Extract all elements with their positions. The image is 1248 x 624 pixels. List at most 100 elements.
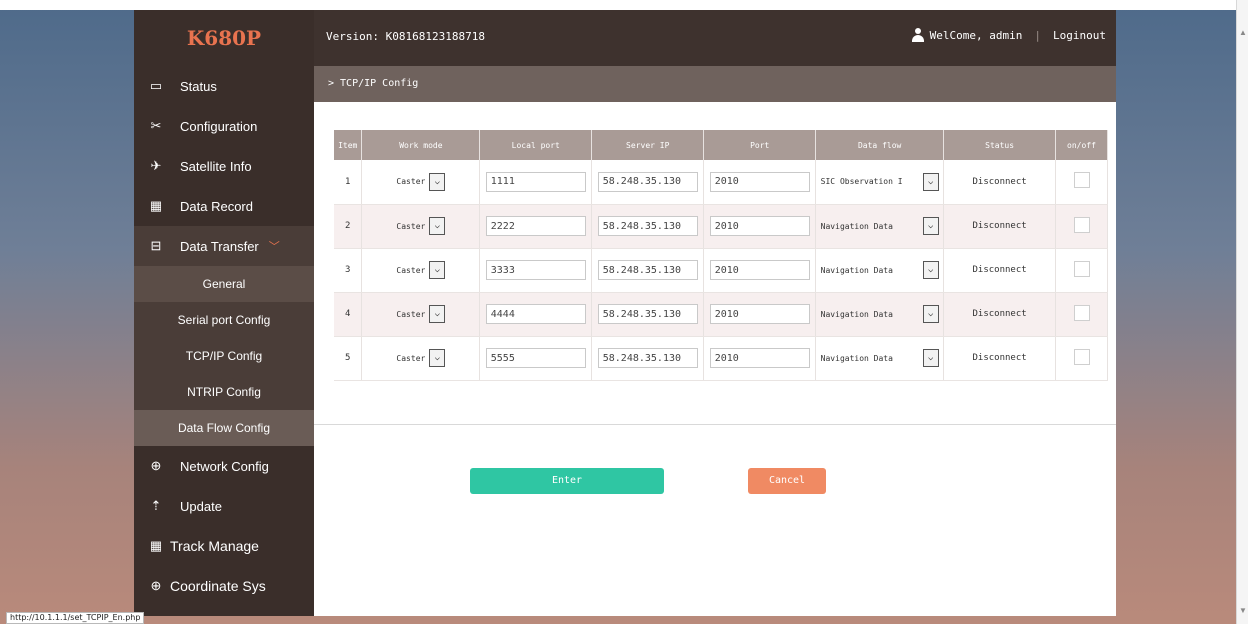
sidebar: ▭ Status ✂ Configuration ✈ Satellite Inf…	[134, 66, 314, 616]
server-ip-input[interactable]	[597, 348, 698, 368]
data-flow-select[interactable]: Navigation Data ⌵	[821, 260, 939, 280]
table-row: 4 Caster⌵ Navigation Data⌵ Disconnect	[334, 292, 1108, 337]
server-ip-input[interactable]	[597, 171, 698, 192]
server-ip-input[interactable]	[597, 216, 698, 236]
sidebar-item-label: Configuration	[180, 118, 258, 134]
scroll-up-icon[interactable]: ▲	[1239, 28, 1247, 37]
sidebar-item-coordinate-sys[interactable]: ⊕ Coordinate Sys	[134, 566, 314, 606]
scroll-down-icon[interactable]: ▼	[1239, 606, 1247, 615]
sidebar-item-track-manage[interactable]: ▦ Track Manage	[134, 526, 314, 566]
work-mode-select[interactable]: Caster ⌵	[396, 348, 446, 368]
status-text: Disconnect	[943, 160, 1056, 205]
chevron-down-icon[interactable]: ⌵	[922, 349, 939, 367]
data-flow-select[interactable]: Navigation Data ⌵	[821, 216, 939, 236]
work-mode-select[interactable]: Caster ⌵	[396, 260, 446, 280]
local-port-input[interactable]	[485, 260, 586, 280]
data-flow-select[interactable]: Navigation Data ⌵	[821, 348, 939, 368]
calendar-icon: ▦	[149, 198, 163, 213]
tools-icon: ✂	[150, 118, 162, 133]
sidebar-item-network-config[interactable]: ⊕ Network Config	[134, 446, 314, 486]
logo: K680P	[134, 10, 314, 66]
submenu-item-tcpip-config[interactable]: TCP/IP Config	[134, 338, 314, 374]
enter-button[interactable]: Enter	[470, 468, 664, 494]
data-flow-select[interactable]: SIC Observation I ⌵	[821, 172, 939, 192]
port-input[interactable]	[709, 171, 810, 192]
content-divider	[314, 424, 1116, 425]
submenu-item-serial-port-config[interactable]: Serial port Config	[134, 302, 314, 338]
submenu-item-ntrip-config[interactable]: NTRIP Config	[134, 374, 314, 410]
column-header: Data flow	[815, 130, 945, 160]
sidebar-item-label: Data Record	[180, 198, 253, 214]
local-port-input[interactable]	[485, 348, 586, 368]
item-number: 2	[334, 204, 363, 249]
local-port-input[interactable]	[485, 304, 586, 324]
sidebar-item-data-transfer[interactable]: ⊟ Data Transfer ﹀	[134, 226, 314, 266]
browser-top-edge	[0, 0, 1248, 10]
chevron-down-icon[interactable]: ⌵	[922, 217, 939, 235]
column-header: Port	[703, 130, 817, 160]
version-label: Version: K08168123188718	[326, 30, 485, 43]
work-mode-select[interactable]: Caster ⌵	[396, 172, 446, 192]
chevron-down-icon[interactable]: ⌵	[429, 217, 446, 235]
breadcrumb: > TCP/IP Config	[314, 66, 1116, 102]
sidebar-item-data-record[interactable]: ▦ Data Record	[134, 186, 314, 226]
on-off-checkbox[interactable]	[1073, 260, 1090, 277]
port-input[interactable]	[709, 260, 810, 280]
sidebar-item-status[interactable]: ▭ Status	[134, 66, 314, 106]
sidebar-item-label: Satellite Info	[180, 158, 252, 174]
local-port-input[interactable]	[485, 171, 586, 192]
chevron-down-icon[interactable]: ⌵	[429, 172, 446, 191]
user-area: WelCome, admin | Loginout	[911, 28, 1106, 42]
chevron-down-icon[interactable]: ⌵	[922, 172, 939, 191]
calendar-icon: ▦	[149, 538, 163, 553]
router-admin-app: K680P Version: K08168123188718 WelCome, …	[134, 10, 1116, 616]
chevron-down-icon[interactable]: ⌵	[922, 261, 939, 279]
status-text: Disconnect	[943, 248, 1056, 293]
table-row: 5 Caster⌵ Navigation Data⌵ Disconnect	[334, 336, 1108, 381]
user-icon	[911, 28, 924, 42]
server-ip-input[interactable]	[597, 304, 698, 324]
sidebar-item-configuration[interactable]: ✂ Configuration	[134, 106, 314, 146]
sidebar-item-label: Update	[180, 498, 222, 514]
item-number: 4	[334, 292, 363, 337]
logout-link[interactable]: Loginout	[1053, 29, 1106, 42]
table-row: 1 Caster⌵ SIC Observation I⌵ Disconnect	[334, 160, 1108, 205]
column-header: Local port	[479, 130, 593, 160]
submenu-item-data-flow-config[interactable]: Data Flow Config	[134, 410, 314, 446]
work-mode-select[interactable]: Caster ⌵	[396, 304, 446, 324]
local-port-input[interactable]	[485, 216, 586, 236]
globe-icon: ⊕	[150, 578, 162, 593]
status-text: Disconnect	[943, 292, 1056, 337]
on-off-checkbox[interactable]	[1073, 216, 1090, 233]
sidebar-item-satellite-info[interactable]: ✈ Satellite Info	[134, 146, 314, 186]
submenu-item-general[interactable]: General	[134, 266, 314, 302]
item-number: 1	[334, 160, 363, 205]
column-header: Work mode	[361, 130, 481, 160]
globe-icon: ⊕	[150, 458, 162, 473]
sidebar-item-label: Network Config	[180, 458, 269, 474]
port-input[interactable]	[709, 348, 810, 368]
cancel-button[interactable]: Cancel	[748, 468, 826, 494]
table-row: 3 Caster⌵ Navigation Data⌵ Disconnect	[334, 248, 1108, 293]
status-text: Disconnect	[943, 336, 1056, 381]
satellite-icon: ✈	[150, 158, 162, 173]
table-header-row: Item Work mode Local port Server IP Port…	[334, 130, 1108, 160]
work-mode-select[interactable]: Caster ⌵	[396, 216, 446, 236]
column-header: Item	[334, 130, 363, 160]
port-input[interactable]	[709, 304, 810, 324]
on-off-checkbox[interactable]	[1073, 348, 1090, 365]
chevron-down-icon[interactable]: ⌵	[922, 305, 939, 323]
chevron-down-icon[interactable]: ⌵	[429, 261, 446, 279]
server-ip-input[interactable]	[597, 260, 698, 280]
column-header: on/off	[1055, 130, 1108, 160]
on-off-checkbox[interactable]	[1073, 172, 1090, 189]
sidebar-item-update[interactable]: ⇡ Update	[134, 486, 314, 526]
sidebar-item-label: Coordinate Sys	[170, 578, 266, 594]
window-scrollbar[interactable]: ▲ ▼	[1236, 0, 1248, 624]
transfer-icon: ⊟	[150, 238, 162, 253]
chevron-down-icon[interactable]: ⌵	[429, 349, 446, 367]
port-input[interactable]	[709, 216, 810, 236]
chevron-down-icon[interactable]: ⌵	[429, 305, 446, 323]
on-off-checkbox[interactable]	[1073, 304, 1090, 321]
data-flow-select[interactable]: Navigation Data ⌵	[821, 304, 939, 324]
